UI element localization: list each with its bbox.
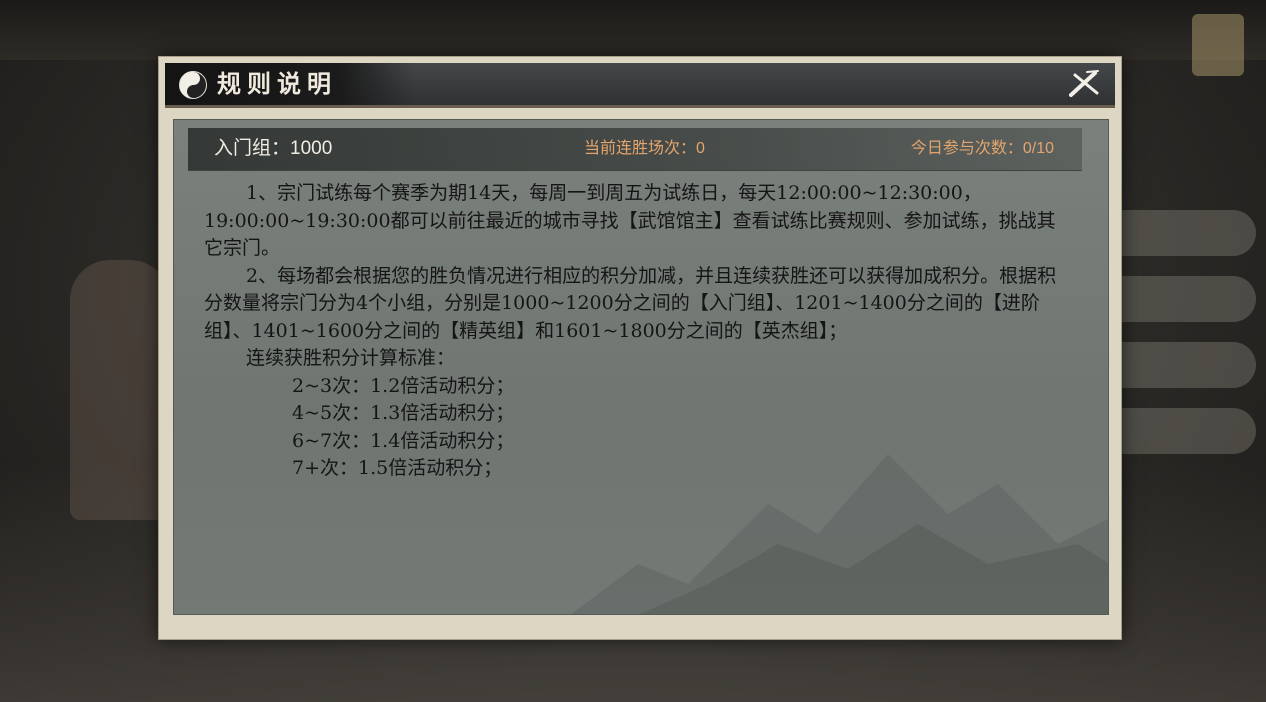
- rules-text: 1、宗门试练每个赛季为期14天，每周一到周五为试练日，每天12:00:00~12…: [204, 180, 1074, 483]
- close-x-icon: [1069, 70, 1099, 97]
- close-button[interactable]: [1067, 69, 1101, 99]
- bonus-item: 2~3次：1.2倍活动积分；: [292, 374, 515, 397]
- stats-bar: 入门组：1000 当前连胜场次：0 今日参与次数：0/10: [188, 128, 1082, 171]
- daily-participation: 今日参与次数：0/10: [911, 128, 1054, 170]
- bonus-item: 7+次：1.5倍活动积分；: [292, 457, 503, 479]
- yin-yang-icon: [179, 71, 207, 99]
- group-score: 入门组：1000: [214, 138, 333, 159]
- bonus-item: 4~5次：1.3倍活动积分；: [292, 402, 515, 424]
- win-streak: 当前连胜场次：0: [584, 140, 705, 157]
- bonus-title: 连续获胜积分计算标准：: [246, 347, 456, 369]
- rules-content-panel: 入门组：1000 当前连胜场次：0 今日参与次数：0/10 1、宗门试练每个赛季…: [173, 119, 1109, 615]
- dialog-title: 规则说明: [217, 69, 337, 98]
- rules-dialog: 规则说明 入门组：1000 当前连胜场次：0 今日参与次数：0/10 1、宗门试…: [158, 56, 1122, 640]
- rule-paragraph-2: 2、每场都会根据您的胜负情况进行相应的积分加减，并且连续获胜还可以获得加成积分。…: [204, 264, 1057, 342]
- bonus-item: 6~7次：1.4倍活动积分；: [292, 429, 515, 452]
- dialog-title-bar: 规则说明: [165, 63, 1115, 108]
- rule-paragraph-1: 1、宗门试练每个赛季为期14天，每周一到周五为试练日，每天12:00:00~12…: [204, 182, 1056, 259]
- daily-participation-text: 今日参与次数：0/10: [910, 140, 1054, 157]
- background-badge: [1192, 14, 1244, 76]
- background-top-bar: [0, 0, 1266, 60]
